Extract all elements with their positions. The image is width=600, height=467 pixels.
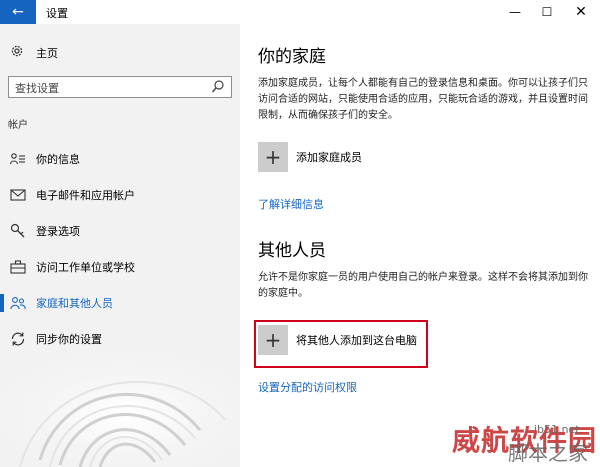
highlight-box — [254, 320, 428, 368]
sidebar-item-label: 你的信息 — [36, 153, 80, 166]
sidebar-item-work-school[interactable]: 访问工作单位或学校 — [0, 256, 240, 278]
sidebar-item-label: 电子邮件和应用帐户 — [36, 189, 135, 202]
search-box[interactable] — [8, 76, 232, 99]
minimize-button[interactable]: — — [500, 0, 530, 24]
sidebar: 主页 帐户 你的信息 — [0, 24, 240, 467]
minimize-icon: — — [509, 5, 521, 19]
watermark-site: jb51.net — [534, 423, 580, 436]
people-icon — [10, 295, 26, 311]
email-icon — [10, 187, 26, 203]
assigned-access-link[interactable]: 设置分配的访问权限 — [258, 379, 357, 395]
close-button[interactable]: ✕ — [566, 0, 596, 24]
plus-icon: + — [258, 142, 288, 172]
other-people-heading: 其他人员 — [258, 241, 326, 261]
briefcase-icon — [10, 259, 26, 275]
sync-icon — [10, 331, 26, 347]
back-button[interactable]: ← — [0, 0, 36, 24]
decorative-swirl-image — [0, 350, 240, 467]
family-heading: 你的家庭 — [258, 47, 326, 67]
sidebar-item-sync[interactable]: 同步你的设置 — [0, 328, 240, 350]
sidebar-item-label: 家庭和其他人员 — [36, 297, 113, 310]
search-input[interactable] — [9, 78, 199, 99]
sidebar-item-your-info[interactable]: 你的信息 — [0, 148, 240, 170]
sidebar-item-label: 登录选项 — [36, 225, 80, 238]
maximize-icon: ☐ — [541, 5, 553, 19]
watermark-brand-secondary: 脚本之家 — [508, 441, 588, 465]
close-icon: ✕ — [575, 4, 587, 20]
sidebar-item-email[interactable]: 电子邮件和应用帐户 — [0, 184, 240, 206]
home-label: 主页 — [36, 47, 58, 60]
person-card-icon — [10, 151, 26, 167]
learn-more-link[interactable]: 了解详细信息 — [258, 196, 324, 212]
family-description: 添加家庭成员，让每个人都能有自己的登录信息和桌面。你可以让孩子们只访问合适的网站… — [258, 78, 588, 121]
sidebar-item-sign-in-options[interactable]: 登录选项 — [0, 220, 240, 242]
add-family-member-label: 添加家庭成员 — [296, 151, 362, 164]
search-icon[interactable] — [211, 79, 225, 95]
window-title: 设置 — [46, 7, 68, 20]
gear-icon — [10, 44, 24, 62]
home-nav-item[interactable]: 主页 — [10, 44, 58, 62]
key-icon — [10, 223, 26, 239]
maximize-button[interactable]: ☐ — [532, 0, 562, 24]
sidebar-item-family[interactable]: 家庭和其他人员 — [0, 292, 240, 314]
section-label-accounts: 帐户 — [8, 120, 28, 131]
sidebar-item-label: 访问工作单位或学校 — [36, 261, 135, 274]
active-indicator — [0, 294, 4, 312]
add-family-member-button[interactable]: + 添加家庭成员 — [258, 142, 362, 172]
sidebar-item-label: 同步你的设置 — [36, 333, 102, 346]
other-people-description: 允许不是你家庭一员的用户使用自己的帐户来登录。这样不会将其添加到你的家庭中。 — [258, 272, 588, 299]
main-content: 你的家庭 添加家庭成员，让每个人都能有自己的登录信息和桌面。你可以让孩子们只访问… — [240, 24, 600, 467]
title-bar: ← 设置 — ☐ ✕ — [0, 0, 600, 24]
back-arrow-icon: ← — [12, 4, 24, 20]
